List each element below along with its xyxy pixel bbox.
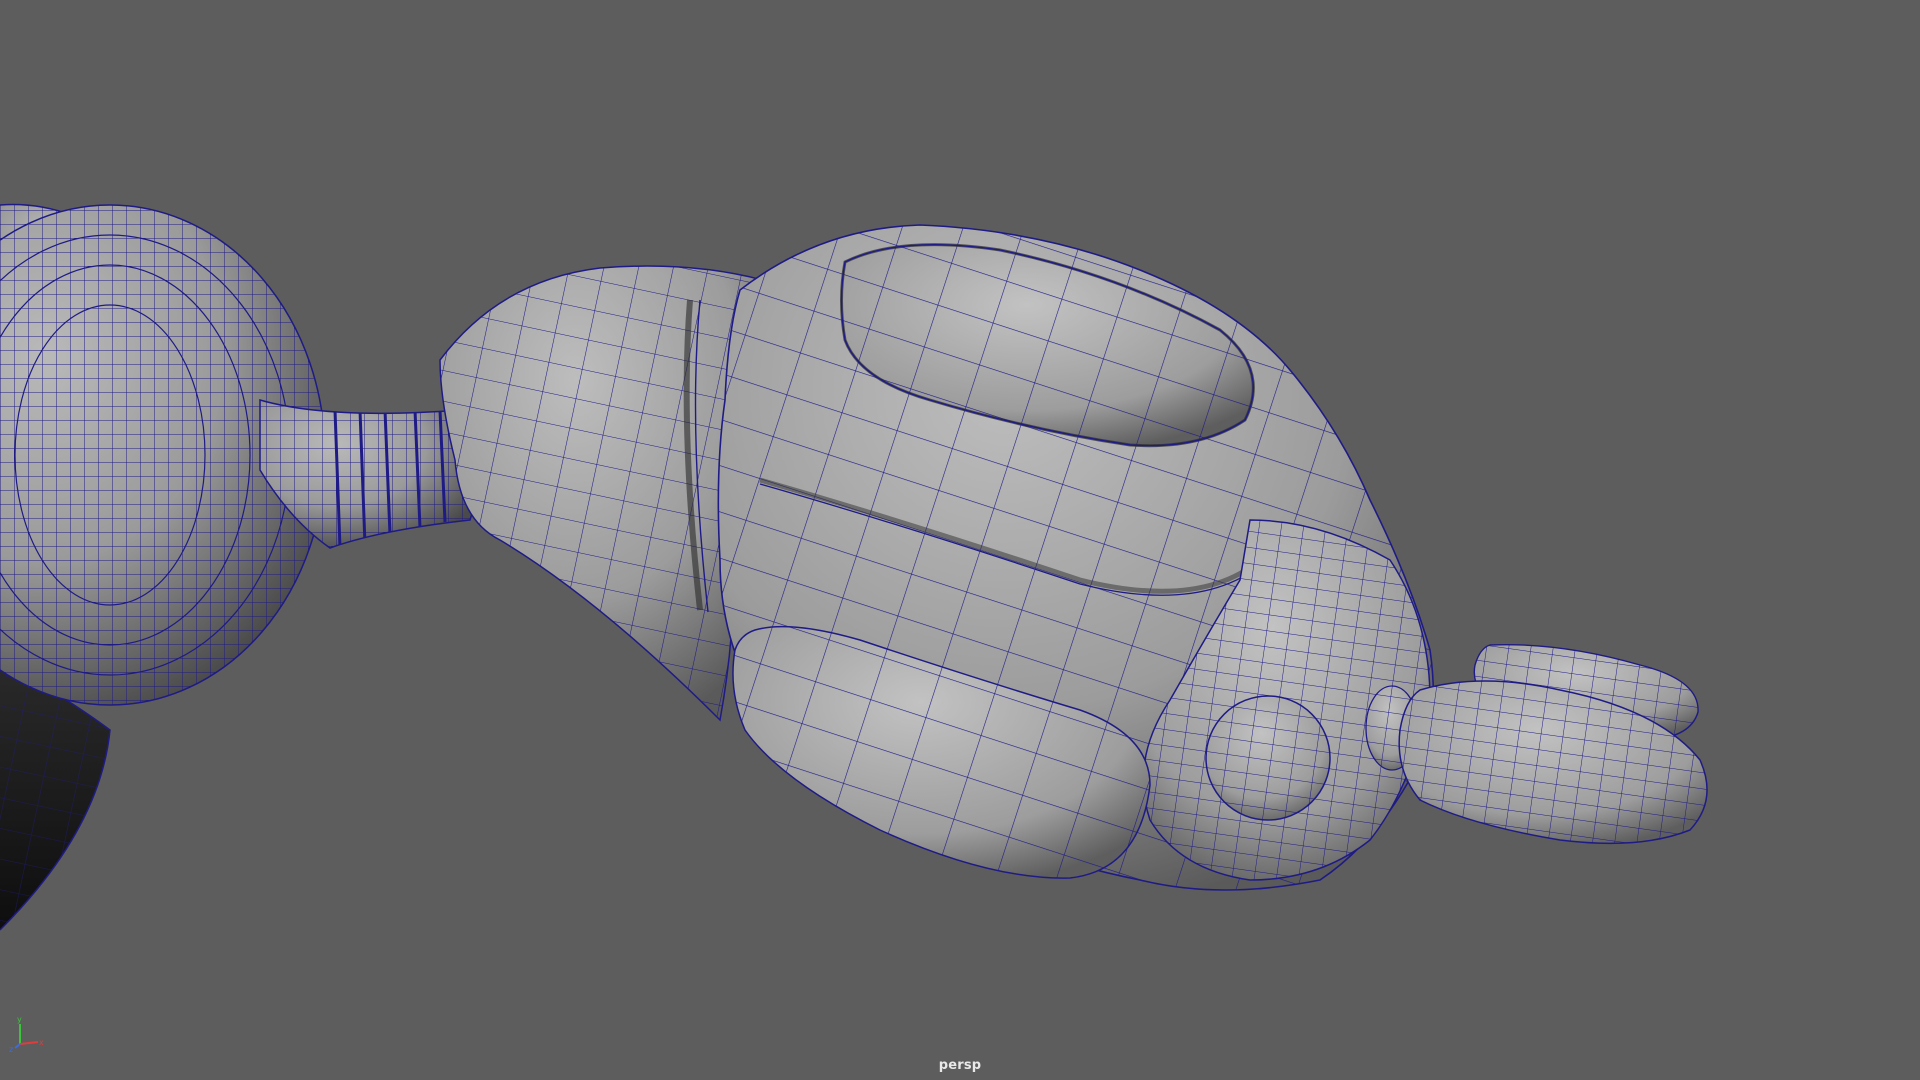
y-axis-label: y	[17, 1015, 22, 1024]
z-axis-line	[14, 1043, 21, 1049]
z-axis-label: z	[9, 1045, 13, 1052]
viewport-scene[interactable]	[0, 0, 1920, 1080]
x-axis-line	[19, 1041, 39, 1045]
perspective-viewport[interactable]: y x z persp	[0, 0, 1920, 1080]
axis-gizmo: y x z	[9, 1015, 44, 1052]
x-axis-label: x	[39, 1038, 44, 1047]
camera-name-label: persp	[938, 1058, 982, 1073]
